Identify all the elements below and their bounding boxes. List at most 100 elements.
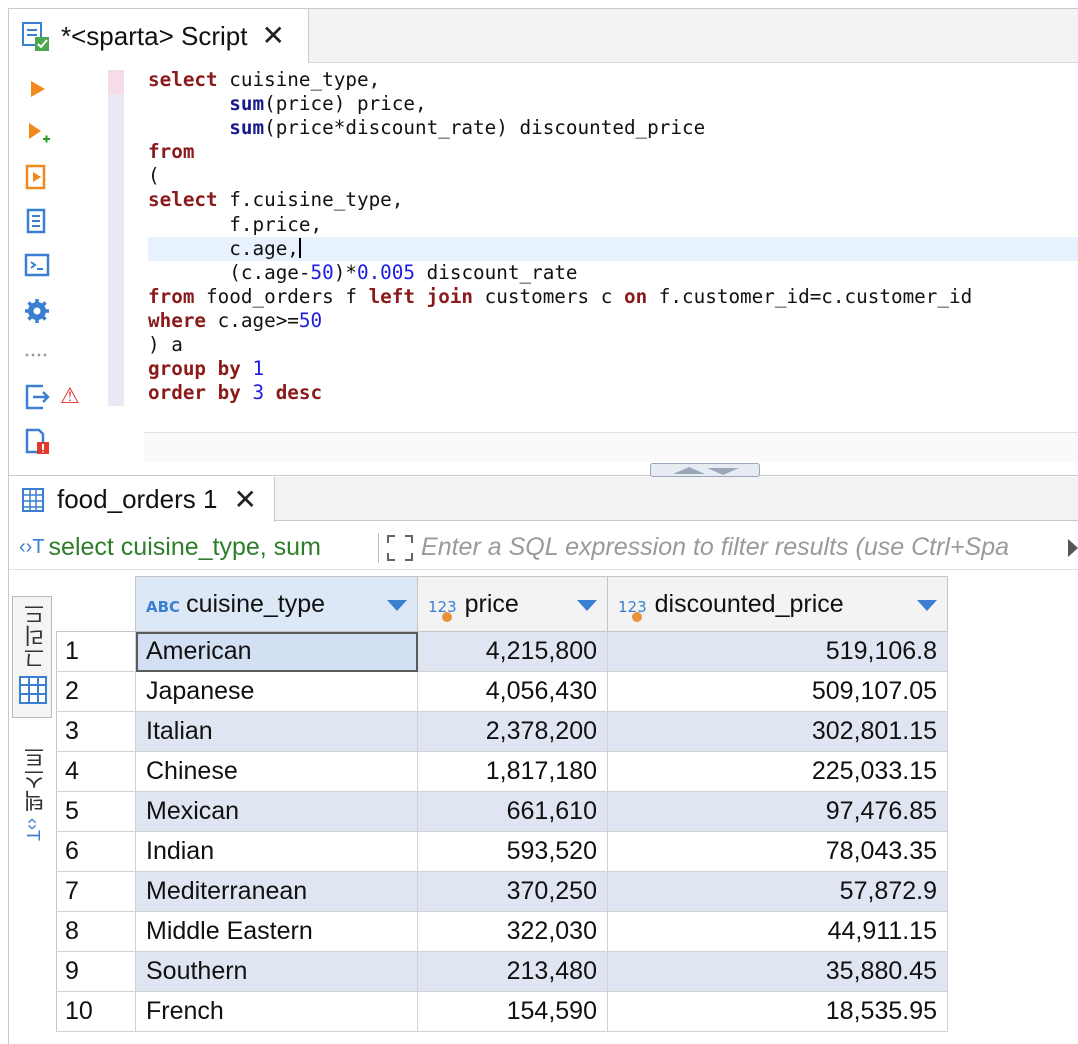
code-line[interactable]: select cuisine_type, xyxy=(148,68,972,92)
cell-discounted-price[interactable]: 35,880.45 xyxy=(607,951,948,992)
code-line[interactable]: order by 3 desc xyxy=(148,381,972,405)
execute-statement-new-tab-icon[interactable] xyxy=(23,119,51,147)
cell-discounted-price[interactable]: 78,043.35 xyxy=(607,831,948,872)
code-token: ( xyxy=(148,164,160,188)
export-icon[interactable] xyxy=(23,383,51,411)
column-header-price[interactable]: 123 price xyxy=(417,576,608,632)
divider xyxy=(378,532,380,563)
row-number: 10 xyxy=(56,991,136,1032)
cell-discounted-price[interactable]: 18,535.95 xyxy=(607,991,948,1032)
tab-grid-view[interactable]: 그리드 xyxy=(12,596,52,718)
cell-price[interactable]: 593,520 xyxy=(417,831,608,872)
cell-price[interactable]: 2,378,200 xyxy=(417,711,608,752)
sql-script-icon xyxy=(19,19,53,53)
tab-script[interactable]: *<sparta> Script ✕ xyxy=(9,9,309,63)
code-line[interactable]: group by 1 xyxy=(148,357,972,381)
editor-ruler-marker xyxy=(108,70,124,94)
table-row[interactable]: 10 French 154,590 18,535.95 xyxy=(56,991,948,1032)
tab-text-view[interactable]: 텍스트 ‹›T xyxy=(12,740,52,860)
code-token: f.price, xyxy=(148,212,323,236)
column-header-cuisine-type[interactable]: ABC cuisine_type xyxy=(135,576,418,632)
splitter-handle[interactable] xyxy=(650,463,760,477)
code-line[interactable]: where c.age>=50 xyxy=(148,309,972,333)
table-row[interactable]: 3 Italian 2,378,200 302,801.15 xyxy=(56,711,948,752)
text-view-icon: ‹›T xyxy=(23,818,43,841)
code-line[interactable]: select f.cuisine_type, xyxy=(148,188,972,212)
code-line[interactable]: sum(price*discount_rate) discounted_pric… xyxy=(148,116,972,140)
cell-cuisine-type[interactable]: Indian xyxy=(135,831,418,872)
chevron-right-icon[interactable] xyxy=(1068,538,1078,557)
cell-discounted-price[interactable]: 519,106.8 xyxy=(607,631,948,672)
cell-discounted-price[interactable]: 44,911.15 xyxy=(607,911,948,952)
execute-script-icon[interactable] xyxy=(23,163,51,191)
cell-price[interactable]: 322,030 xyxy=(417,911,608,952)
explain-plan-icon[interactable] xyxy=(23,207,51,235)
chevron-down-icon[interactable] xyxy=(387,600,407,611)
editor-ruler xyxy=(108,70,124,406)
terminal-icon[interactable] xyxy=(23,251,51,279)
cell-discounted-price[interactable]: 57,872.9 xyxy=(607,871,948,912)
cell-cuisine-type[interactable]: American xyxy=(135,631,418,672)
code-token: select xyxy=(148,188,218,212)
cell-price[interactable]: 1,817,180 xyxy=(417,751,608,792)
code-line[interactable]: from xyxy=(148,140,972,164)
table-row[interactable]: 7 Mediterranean 370,250 57,872.9 xyxy=(56,871,948,912)
table-row[interactable]: 6 Indian 593,520 78,043.35 xyxy=(56,831,948,872)
execute-statement-icon[interactable] xyxy=(23,75,51,103)
sql-editor[interactable]: select cuisine_type, sum(price) price, s… xyxy=(148,68,972,405)
cell-cuisine-type[interactable]: French xyxy=(135,991,418,1032)
close-icon[interactable]: ✕ xyxy=(233,483,256,516)
cell-cuisine-type[interactable]: Chinese xyxy=(135,751,418,792)
more-icon[interactable] xyxy=(23,343,51,371)
table-row[interactable]: 9 Southern 213,480 35,880.45 xyxy=(56,951,948,992)
code-line[interactable]: ( xyxy=(148,164,972,188)
row-number: 6 xyxy=(56,831,136,872)
filter-input[interactable]: Enter a SQL expression to filter results… xyxy=(421,533,1060,562)
table-row[interactable]: 8 Middle Eastern 322,030 44,911.15 xyxy=(56,911,948,952)
tab-food-orders[interactable]: food_orders 1 ✕ xyxy=(9,477,275,522)
cell-cuisine-type[interactable]: Middle Eastern xyxy=(135,911,418,952)
cell-discounted-price[interactable]: 302,801.15 xyxy=(607,711,948,752)
code-line[interactable]: f.price, xyxy=(148,213,972,237)
cell-cuisine-type[interactable]: Japanese xyxy=(135,671,418,712)
table-row[interactable]: 1 American 4,215,800 519,106.8 xyxy=(56,631,948,672)
cell-discounted-price[interactable]: 225,033.15 xyxy=(607,751,948,792)
filter-query-text[interactable]: select cuisine_type, sum xyxy=(49,533,370,562)
problems-icon[interactable] xyxy=(23,427,51,455)
settings-icon[interactable] xyxy=(23,297,51,325)
cell-discounted-price[interactable]: 97,476.85 xyxy=(607,791,948,832)
code-line[interactable]: c.age, xyxy=(148,237,972,261)
code-line[interactable]: (c.age-50)*0.005 discount_rate xyxy=(148,261,972,285)
panel-splitter[interactable] xyxy=(9,462,1078,476)
cell-price[interactable]: 4,056,430 xyxy=(417,671,608,712)
cell-price[interactable]: 370,250 xyxy=(417,871,608,912)
cell-price[interactable]: 154,590 xyxy=(417,991,608,1032)
code-line[interactable]: sum(price) price, xyxy=(148,92,972,116)
cell-price[interactable]: 4,215,800 xyxy=(417,631,608,672)
code-line[interactable]: ) a xyxy=(148,333,972,357)
code-token: group by xyxy=(148,357,241,381)
chevron-down-icon[interactable] xyxy=(917,600,937,611)
cell-cuisine-type[interactable]: Italian xyxy=(135,711,418,752)
expand-icon[interactable] xyxy=(385,533,415,563)
chevron-down-icon[interactable] xyxy=(577,600,597,611)
close-icon[interactable]: ✕ xyxy=(261,22,284,50)
cell-cuisine-type[interactable]: Mexican xyxy=(135,791,418,832)
row-number: 4 xyxy=(56,751,136,792)
cell-price[interactable]: 213,480 xyxy=(417,951,608,992)
cell-price[interactable]: 661,610 xyxy=(417,791,608,832)
editor-bottom-area xyxy=(144,432,1078,462)
table-row[interactable]: 2 Japanese 4,056,430 509,107.05 xyxy=(56,671,948,712)
code-token: sum xyxy=(229,116,265,140)
cell-cuisine-type[interactable]: Mediterranean xyxy=(135,871,418,912)
table-row[interactable]: 5 Mexican 661,610 97,476.85 xyxy=(56,791,948,832)
cell-cuisine-type[interactable]: Southern xyxy=(135,951,418,992)
cell-discounted-price[interactable]: 509,107.05 xyxy=(607,671,948,712)
string-type-icon: ABC xyxy=(146,597,181,616)
number-type-icon: 123 xyxy=(428,598,457,622)
column-header-discounted-price[interactable]: 123 discounted_price xyxy=(607,576,948,632)
table-row[interactable]: 4 Chinese 1,817,180 225,033.15 xyxy=(56,751,948,792)
editor-tab-strip xyxy=(309,9,1078,63)
code-line[interactable]: from food_orders f left join customers c… xyxy=(148,285,972,309)
